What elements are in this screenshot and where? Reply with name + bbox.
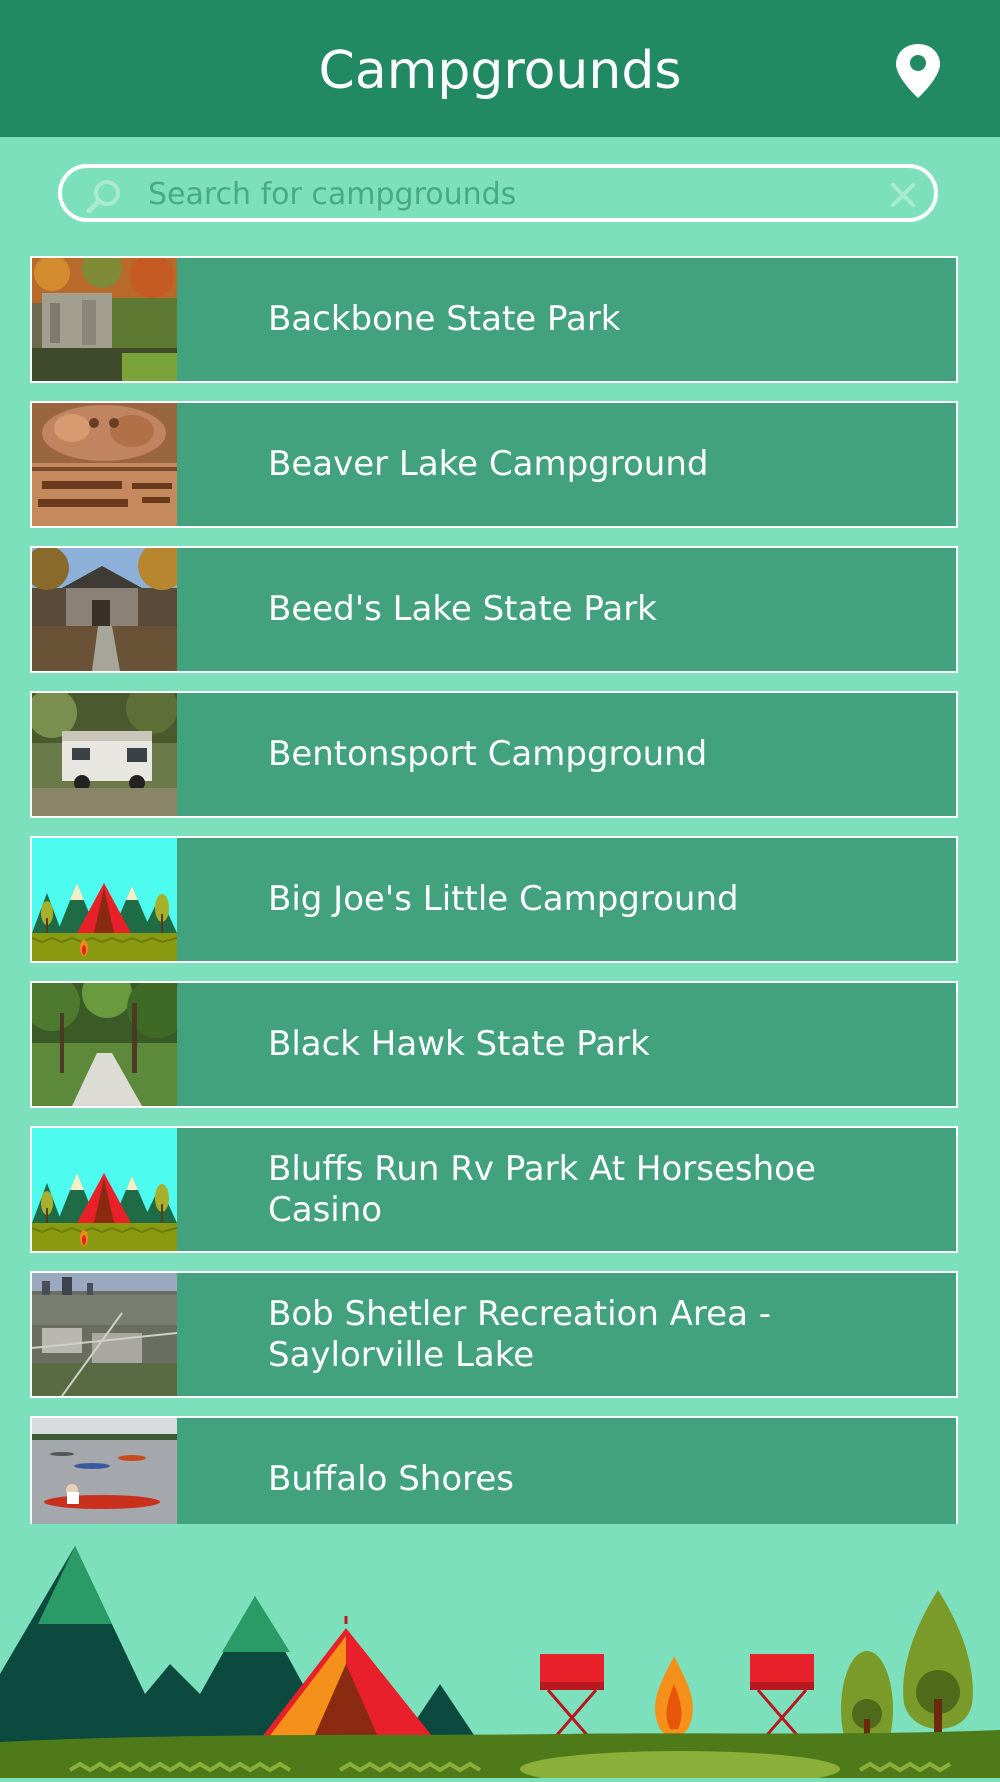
photo-limestone-bluff [32, 258, 177, 381]
campground-name: Big Joe's Little Campground [268, 879, 739, 919]
photo-aerial-city [32, 1273, 177, 1396]
app-header: Campgrounds [0, 0, 1000, 137]
page-title: Campgrounds [318, 41, 682, 101]
search-input[interactable] [148, 174, 848, 214]
photo-carved-wood-sign [32, 403, 177, 526]
list-item[interactable]: Buffalo Shores [30, 1416, 958, 1524]
list-item[interactable]: Big Joe's Little Campground [30, 836, 958, 963]
list-item[interactable]: Bluffs Run Rv Park At Horseshoe Casino [30, 1126, 958, 1253]
campground-name: Beaver Lake Campground [268, 444, 709, 484]
list-item[interactable]: Beed's Lake State Park [30, 546, 958, 673]
campground-list[interactable]: Backbone State Park Beaver Lake Campgrou… [30, 256, 958, 1524]
campground-name: Black Hawk State Park [268, 1024, 650, 1064]
map-pin-icon[interactable] [890, 40, 946, 102]
campground-name: Bentonsport Campground [268, 734, 708, 774]
search-bar[interactable] [58, 164, 938, 222]
photo-kayaks [32, 1418, 177, 1524]
campground-name: Buffalo Shores [268, 1459, 514, 1499]
close-icon[interactable] [888, 180, 918, 210]
list-item[interactable]: Backbone State Park [30, 256, 958, 383]
tent-illustration [32, 1128, 177, 1251]
photo-forest-path [32, 983, 177, 1106]
list-item[interactable]: Bentonsport Campground [30, 691, 958, 818]
campground-name: Beed's Lake State Park [268, 589, 657, 629]
tent-illustration [32, 838, 177, 961]
campsite-illustration [0, 1524, 1000, 1782]
campground-name: Backbone State Park [268, 299, 621, 339]
campground-name: Bluffs Run Rv Park At Horseshoe Casino [268, 1148, 816, 1230]
magnifier-icon [84, 177, 124, 217]
photo-stone-shelter [32, 548, 177, 671]
photo-rv-camper [32, 693, 177, 816]
campground-name: Bob Shetler Recreation Area - Saylorvill… [268, 1293, 771, 1375]
list-item[interactable]: Beaver Lake Campground [30, 401, 958, 528]
list-item[interactable]: Bob Shetler Recreation Area - Saylorvill… [30, 1271, 958, 1398]
list-item[interactable]: Black Hawk State Park [30, 981, 958, 1108]
